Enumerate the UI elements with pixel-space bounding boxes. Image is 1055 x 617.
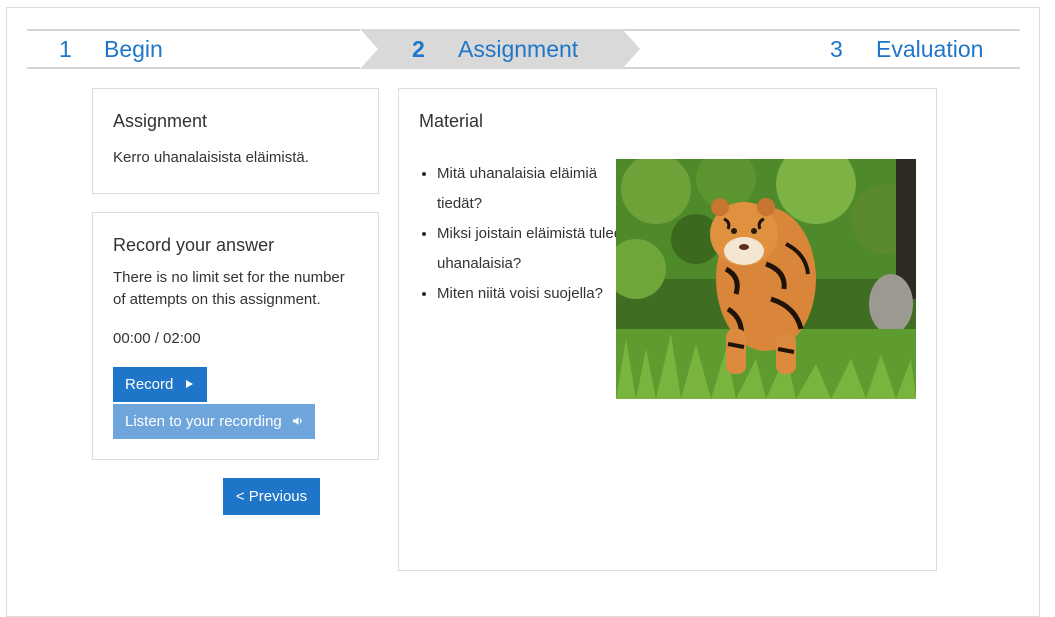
step-2-label: Assignment: [458, 36, 579, 62]
record-panel: Record your answer There is no limit set…: [92, 212, 379, 460]
material-panel: Material Mitä uhanalaisia eläimiä tiedät…: [398, 88, 937, 571]
material-title: Material: [419, 111, 484, 131]
assignment-panel: Assignment Kerro uhanalaisista eläimistä…: [92, 88, 379, 194]
step-divider-arrow: [360, 29, 378, 69]
assignment-title: Assignment: [113, 111, 208, 131]
list-item: Mitä uhanalaisia eläimiä tiedät?: [437, 159, 627, 219]
list-item: Miten niitä voisi suojella?: [437, 279, 627, 309]
record-button-label: Record: [125, 375, 174, 393]
listen-recording-button[interactable]: Listen to your recording: [113, 404, 315, 439]
list-item: Miksi joistain eläimistä tulee uhanalais…: [437, 219, 627, 279]
record-timer: 00:00 / 02:00: [113, 330, 201, 347]
record-description: There is no limit set for the number of …: [113, 269, 345, 308]
step-1-number: 1: [59, 36, 72, 62]
active-step-arrow: [622, 29, 640, 69]
record-button[interactable]: Record: [113, 367, 207, 402]
tiger-photo: [616, 159, 916, 399]
step-3-number: 3: [830, 36, 843, 62]
speaker-icon: [292, 413, 304, 430]
record-title: Record your answer: [113, 235, 275, 255]
step-3-label: Evaluation: [876, 36, 984, 62]
material-question-list: Mitä uhanalaisia eläimiä tiedät? Miksi j…: [419, 159, 627, 309]
step-1-label: Begin: [104, 36, 163, 62]
play-icon: [184, 376, 194, 393]
listen-button-label: Listen to your recording: [125, 412, 282, 430]
assignment-text: Kerro uhanalaisista eläimistä.: [113, 149, 309, 166]
progress-steps: 1 Begin 2 Assignment 3 Evaluation: [27, 29, 1020, 69]
step-2-number: 2: [412, 36, 425, 62]
previous-button[interactable]: < Previous: [223, 478, 320, 515]
